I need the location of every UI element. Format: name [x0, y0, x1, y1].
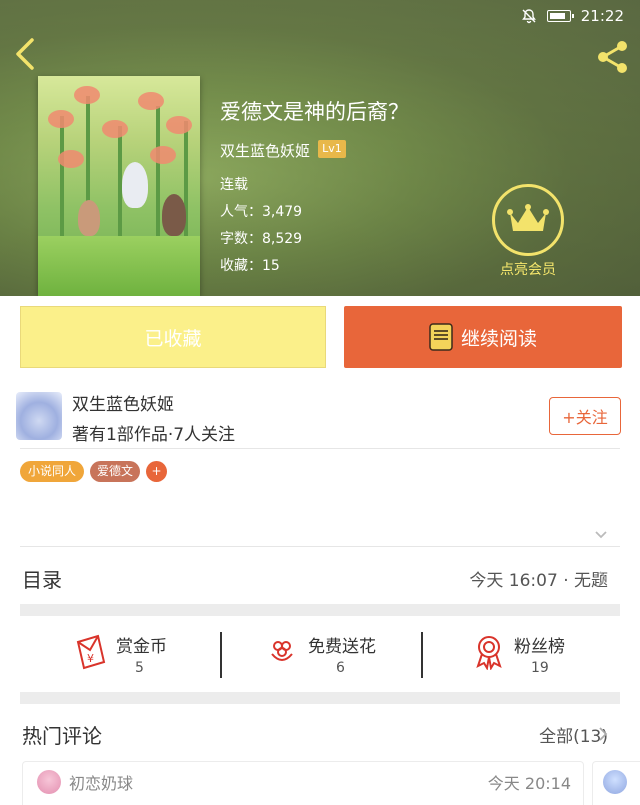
reward-coins-button[interactable]: ¥ 赏金币 5: [72, 628, 272, 678]
follow-button[interactable]: +关注: [549, 397, 621, 435]
hot-comments-title: 热门评论: [22, 724, 102, 748]
book-author[interactable]: 双生蓝色妖姬: [220, 140, 310, 161]
divider: [421, 632, 423, 678]
avatar[interactable]: [603, 770, 627, 794]
author-row-meta: 著有1部作品·7人关注: [72, 425, 236, 445]
status-time: 21:22: [580, 7, 624, 25]
vip-button[interactable]: [492, 184, 564, 256]
status-bar: 21:22: [521, 6, 624, 26]
fan-ranking-button[interactable]: 粉丝榜 19: [470, 628, 640, 678]
red-envelope-icon: ¥: [76, 634, 106, 670]
stat-value: 5: [135, 660, 144, 676]
share-button[interactable]: [596, 40, 630, 74]
book-status: 连载: [220, 177, 248, 193]
free-flower-button[interactable]: 免费送花 6: [264, 628, 464, 678]
divider: [220, 632, 222, 678]
back-button[interactable]: [10, 36, 42, 72]
chevron-down-icon[interactable]: [594, 528, 608, 542]
book-title: 爱德文是神的后裔？: [220, 100, 409, 124]
toc-label[interactable]: 目录: [22, 564, 62, 593]
section-separator: [20, 692, 620, 704]
comment-time: 今天 20:14: [487, 774, 571, 793]
stat-label: 赏金币: [116, 637, 167, 657]
battery-icon: [546, 10, 574, 22]
medal-icon: [476, 636, 502, 670]
author-row-name[interactable]: 双生蓝色妖姬: [72, 390, 174, 415]
stat-label: 免费送花: [308, 637, 376, 657]
chevron-left-icon: [16, 38, 34, 70]
stat-value: 6: [336, 660, 345, 676]
chevron-right-icon: [599, 571, 608, 585]
section-separator: [20, 604, 620, 616]
comment-card[interactable]: [592, 761, 640, 805]
mute-bell-icon: [521, 8, 537, 24]
divider: [20, 546, 620, 547]
stat-value: 19: [531, 660, 549, 676]
vip-label: 点亮会员: [500, 262, 556, 278]
divider: [20, 448, 620, 449]
favorited-button[interactable]: 已收藏: [20, 306, 326, 368]
book-icon: [429, 323, 453, 351]
flower-icon: [271, 641, 293, 661]
book-collections: 收藏：15: [220, 258, 280, 274]
tag-chip[interactable]: 爱德文: [90, 461, 140, 482]
comment-user[interactable]: 初恋奶球: [69, 770, 133, 794]
book-word-count: 字数：8,529: [220, 231, 303, 247]
book-popularity: 人气：3,479: [220, 204, 303, 220]
continue-reading-button[interactable]: 继续阅读: [344, 306, 622, 368]
book-cover[interactable]: [38, 76, 200, 296]
add-tag-button[interactable]: +: [146, 461, 167, 482]
continue-reading-label: 继续阅读: [460, 327, 537, 350]
share-icon: [598, 41, 627, 73]
avatar[interactable]: [37, 770, 61, 794]
chevron-right-icon: [599, 727, 608, 741]
tag-chip[interactable]: 小说同人: [20, 461, 84, 482]
stat-label: 粉丝榜: [514, 637, 565, 657]
author-level-badge: Lv1: [318, 140, 346, 158]
crown-icon: [507, 204, 549, 231]
comment-card[interactable]: 初恋奶球 今天 20:14: [22, 761, 584, 805]
author-avatar[interactable]: [16, 392, 62, 440]
svg-text:¥: ¥: [87, 652, 94, 665]
toc-latest-chapter[interactable]: 今天 16:07 · 无题: [469, 566, 608, 591]
